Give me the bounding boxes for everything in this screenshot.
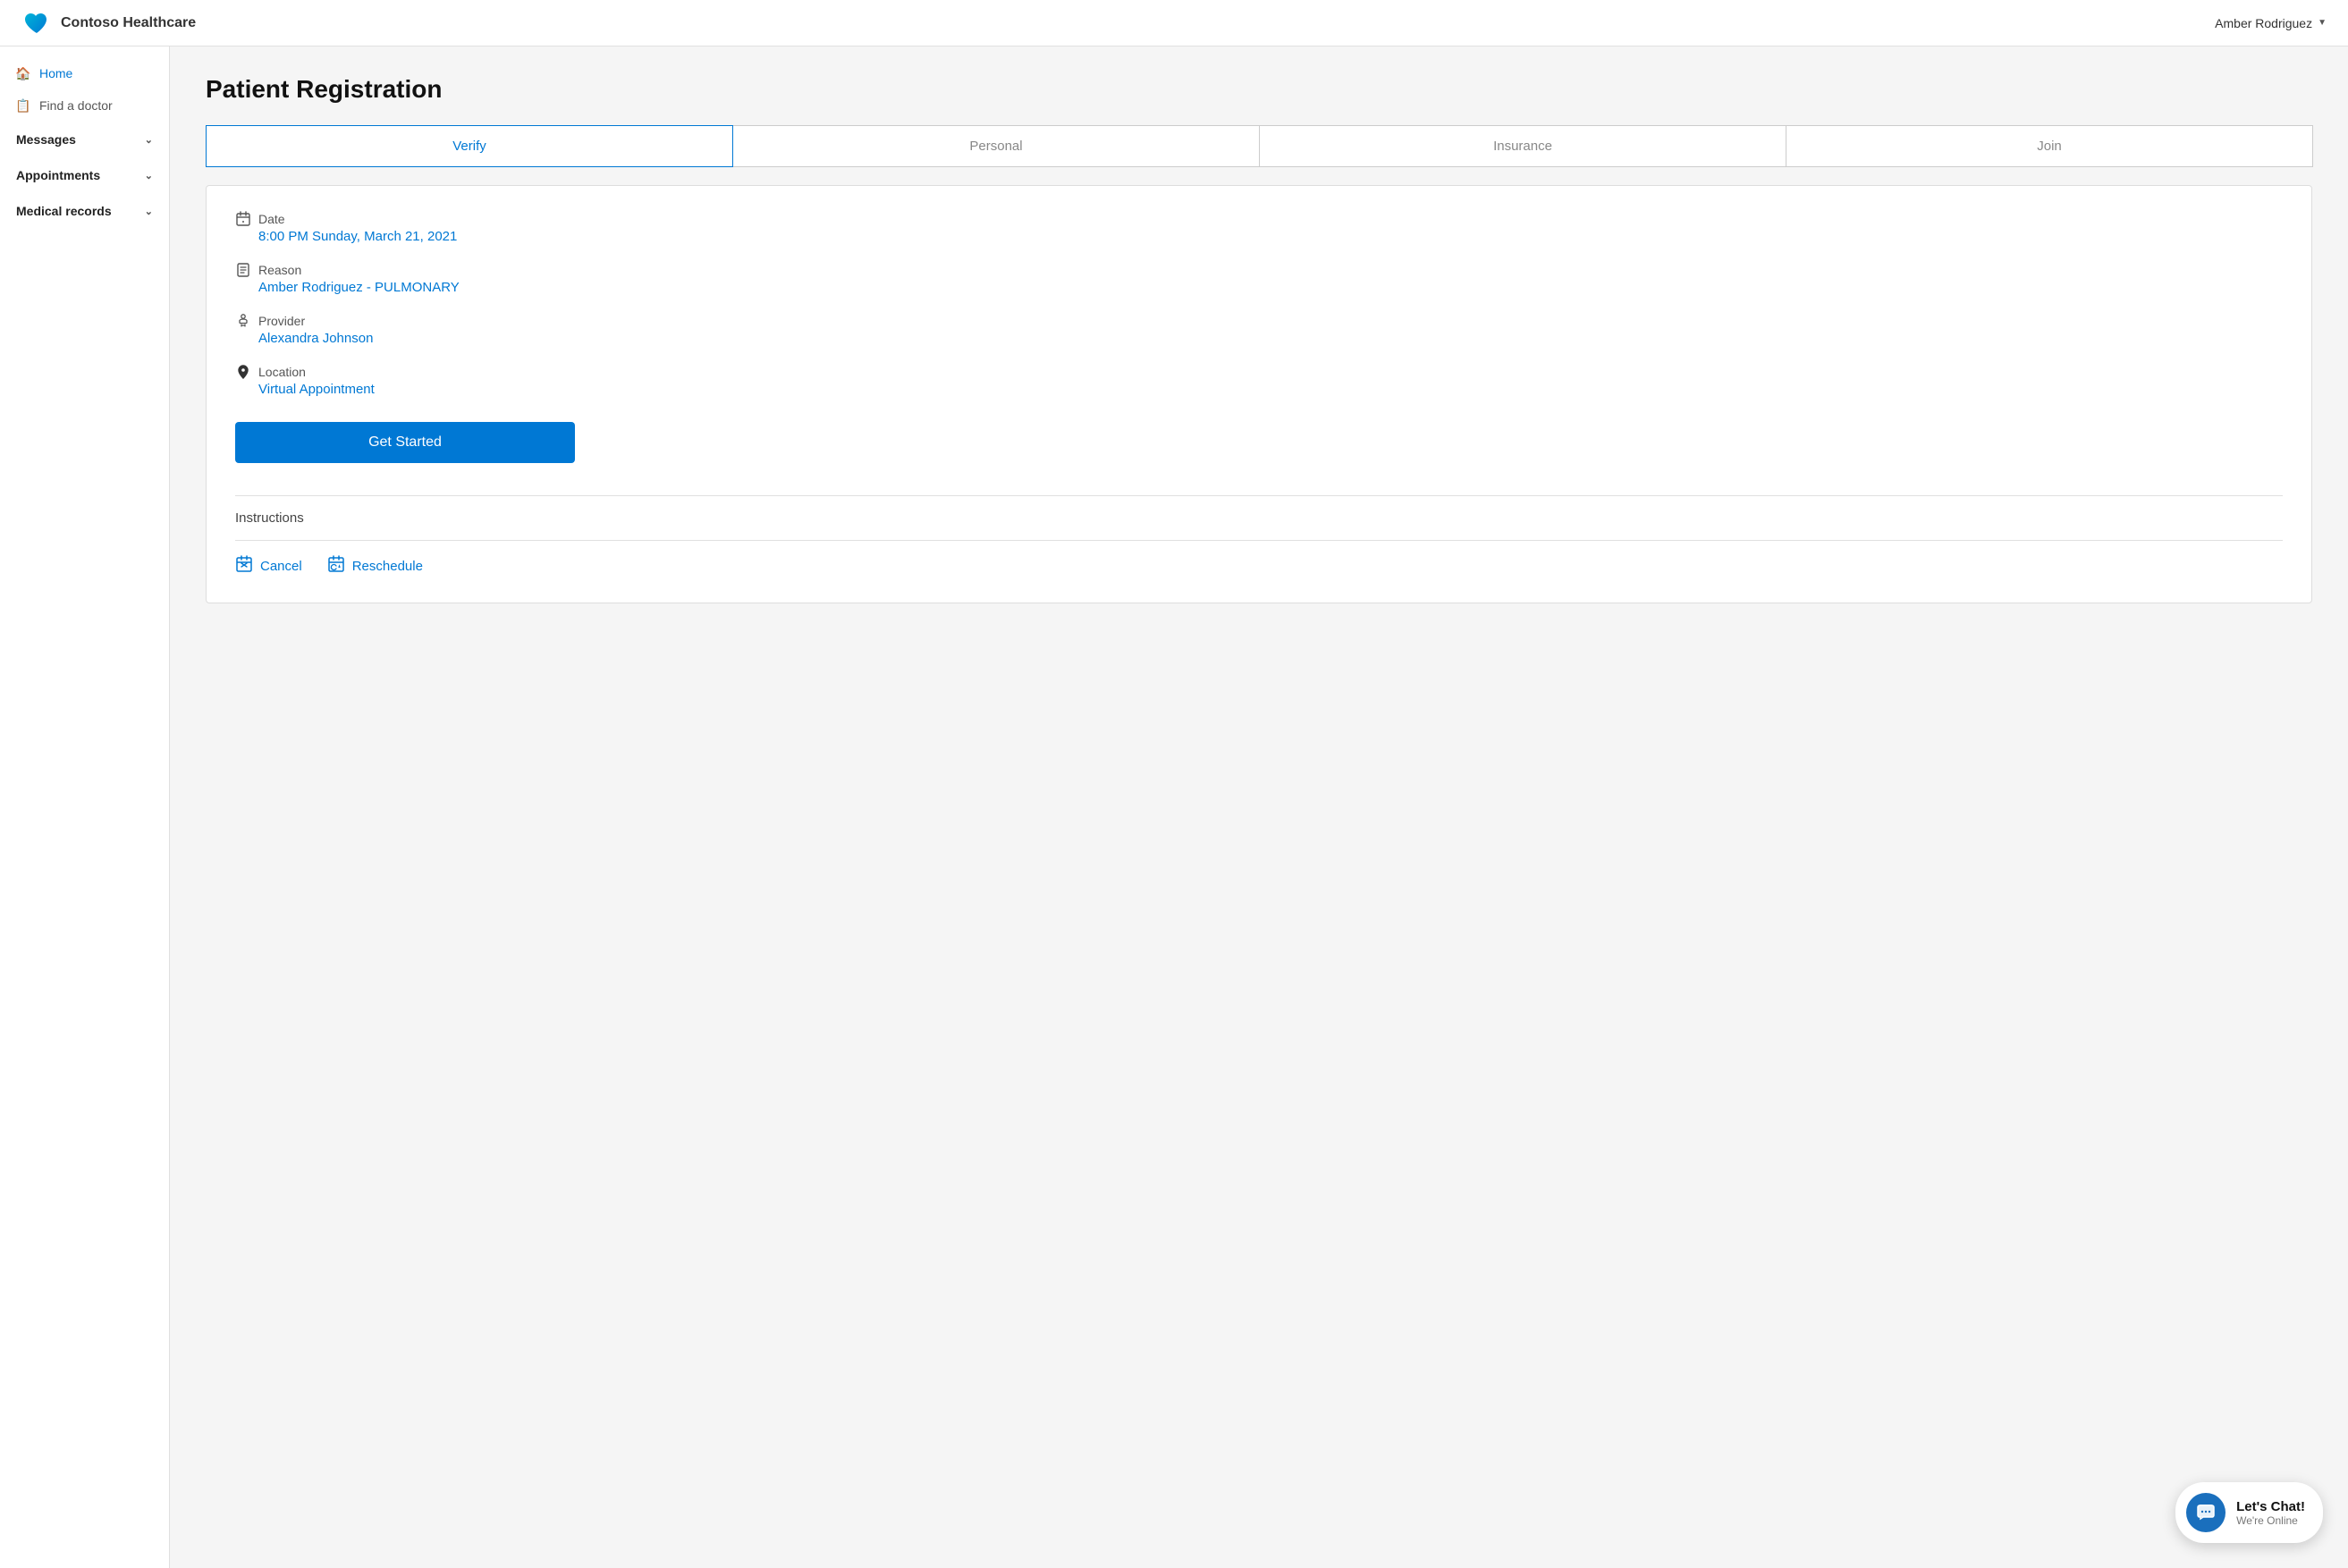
divider-2 [235, 540, 2283, 541]
chat-title: Let's Chat! [2236, 1499, 2305, 1514]
reschedule-label: Reschedule [352, 559, 423, 574]
provider-icon [235, 313, 251, 329]
user-name: Amber Rodriguez [2215, 16, 2312, 30]
sidebar-item-home[interactable]: 🏠 Home [0, 57, 169, 89]
sidebar-item-find-doctor-label: Find a doctor [39, 98, 113, 113]
reason-row: Reason Amber Rodriguez - PULMONARY [235, 262, 2283, 295]
logo-icon [21, 8, 52, 38]
get-started-button[interactable]: Get Started [235, 422, 575, 463]
location-label-text: Location [258, 365, 306, 379]
provider-label-text: Provider [258, 314, 305, 328]
appointments-label: Appointments [16, 168, 100, 182]
date-row: Date 8:00 PM Sunday, March 21, 2021 [235, 211, 2283, 244]
user-menu[interactable]: Amber Rodriguez ▼ [2215, 16, 2327, 30]
instructions-label: Instructions [235, 510, 2283, 526]
sidebar-item-find-doctor[interactable]: 📋 Find a doctor [0, 89, 169, 122]
messages-label: Messages [16, 132, 76, 147]
calendar-icon [235, 211, 251, 227]
app-name: Contoso Healthcare [61, 15, 196, 31]
tab-personal[interactable]: Personal [732, 125, 1260, 167]
reason-label-row: Reason [235, 262, 2283, 278]
appointment-card: Date 8:00 PM Sunday, March 21, 2021 Reas… [206, 185, 2312, 603]
provider-value: Alexandra Johnson [258, 331, 2283, 346]
sidebar-item-home-label: Home [39, 66, 72, 80]
appointments-chevron-icon: ⌄ [145, 170, 153, 181]
date-label-row: Date [235, 211, 2283, 227]
tabs-container: Verify Personal Insurance Join [206, 125, 2312, 167]
find-doctor-icon: 📋 [16, 98, 30, 113]
cancel-link[interactable]: Cancel [235, 555, 302, 577]
chat-widget[interactable]: Let's Chat! We're Online [2175, 1482, 2323, 1543]
location-value: Virtual Appointment [258, 382, 2283, 397]
location-label-row: Location [235, 364, 2283, 380]
cancel-label: Cancel [260, 559, 302, 574]
tab-insurance[interactable]: Insurance [1259, 125, 1786, 167]
reschedule-link[interactable]: Reschedule [327, 555, 423, 577]
date-label-text: Date [258, 212, 285, 226]
location-row: Location Virtual Appointment [235, 364, 2283, 397]
sidebar-section-appointments[interactable]: Appointments ⌄ [0, 157, 169, 193]
medical-records-label: Medical records [16, 204, 112, 218]
page-title: Patient Registration [206, 75, 2312, 104]
provider-row: Provider Alexandra Johnson [235, 313, 2283, 346]
home-icon: 🏠 [16, 66, 30, 80]
action-links: Cancel Reschedule [235, 555, 2283, 577]
reason-icon [235, 262, 251, 278]
messages-chevron-icon: ⌄ [145, 134, 153, 146]
reason-label-text: Reason [258, 263, 301, 277]
tab-verify[interactable]: Verify [206, 125, 733, 167]
location-pin-icon [235, 364, 251, 380]
user-caret-icon: ▼ [2318, 18, 2327, 28]
sidebar-section-medical-records[interactable]: Medical records ⌄ [0, 193, 169, 229]
main-layout: 🏠 Home 📋 Find a doctor Messages ⌄ Appoin… [0, 46, 2348, 1568]
logo-container: Contoso Healthcare [21, 8, 196, 38]
provider-label-row: Provider [235, 313, 2283, 329]
chat-text-block: Let's Chat! We're Online [2236, 1499, 2305, 1527]
sidebar-section-messages[interactable]: Messages ⌄ [0, 122, 169, 157]
reason-value: Amber Rodriguez - PULMONARY [258, 280, 2283, 295]
main-content: Patient Registration Verify Personal Ins… [170, 46, 2348, 1568]
chat-bubble-icon [2186, 1493, 2226, 1532]
divider-1 [235, 495, 2283, 496]
sidebar: 🏠 Home 📋 Find a doctor Messages ⌄ Appoin… [0, 46, 170, 1568]
reschedule-calendar-icon [327, 555, 345, 577]
medical-records-chevron-icon: ⌄ [145, 206, 153, 217]
tab-join[interactable]: Join [1786, 125, 2313, 167]
chat-subtitle: We're Online [2236, 1514, 2305, 1527]
cancel-calendar-icon [235, 555, 253, 577]
date-value: 8:00 PM Sunday, March 21, 2021 [258, 229, 2283, 244]
app-header: Contoso Healthcare Amber Rodriguez ▼ [0, 0, 2348, 46]
